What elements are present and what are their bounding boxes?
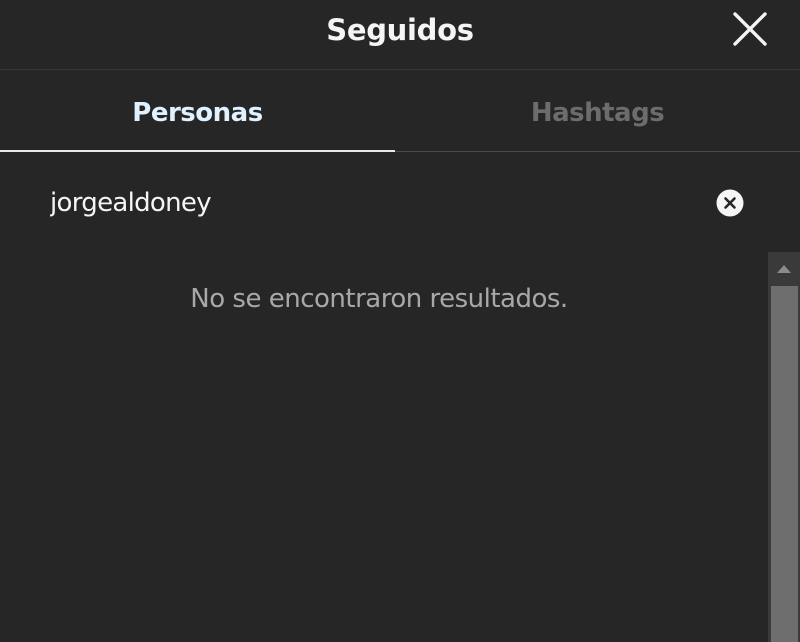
clear-search-button[interactable] [716,189,744,217]
scrollbar-thumb[interactable] [771,286,798,642]
dialog-title: Seguidos [326,13,474,47]
tab-personas[interactable]: Personas [0,70,395,152]
search-row [0,152,800,252]
scroll-up-arrow-icon [777,265,791,273]
dialog-header: Seguidos [0,0,800,70]
search-input[interactable] [50,180,650,226]
scrollbar[interactable] [768,252,800,642]
tab-bar: Personas Hashtags [0,70,800,152]
close-icon [733,12,767,46]
following-dialog: Seguidos Personas Hashtags No se encontr… [0,0,800,642]
no-results-message: No se encontraron resultados. [190,284,568,314]
scroll-up-button[interactable] [768,252,800,286]
close-button[interactable] [732,11,768,47]
results-list: No se encontraron resultados. [0,252,768,642]
clear-circle-icon [716,189,744,217]
tab-hashtags[interactable]: Hashtags [395,70,800,152]
